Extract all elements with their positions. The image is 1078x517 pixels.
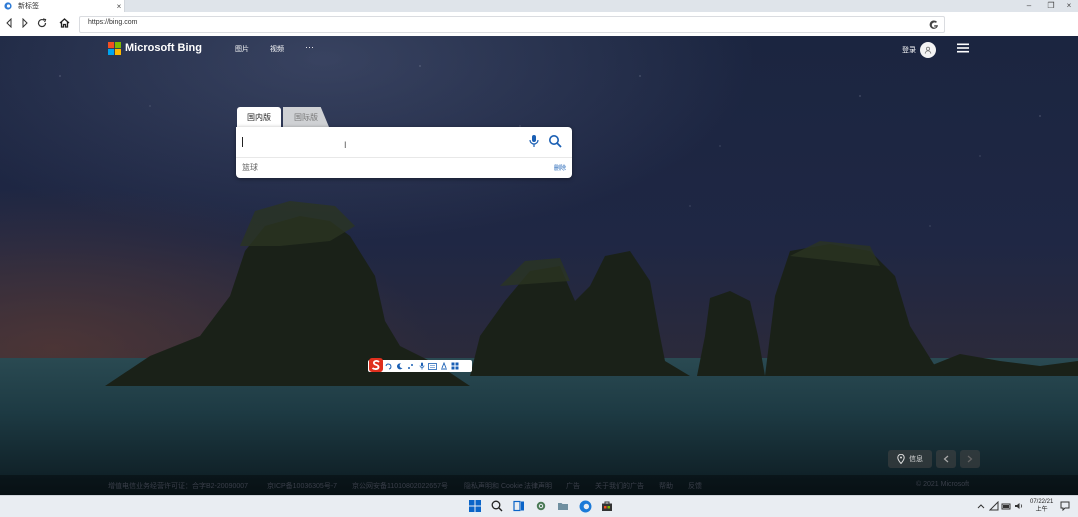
edge-favicon-icon bbox=[4, 2, 12, 10]
volume-button[interactable] bbox=[1012, 499, 1026, 513]
edge-browser-icon bbox=[579, 500, 591, 512]
sogou-logo-icon[interactable] bbox=[369, 358, 383, 372]
address-url: https://bing.com bbox=[88, 19, 138, 26]
delete-history-button[interactable]: 删除 bbox=[554, 163, 566, 172]
store-bag-icon bbox=[602, 501, 612, 511]
tab-close-button[interactable]: × bbox=[114, 2, 124, 11]
show-hidden-icons-button[interactable] bbox=[974, 499, 988, 513]
bing-logo[interactable]: Microsoft Bing bbox=[108, 41, 202, 55]
hamburger-menu-icon[interactable] bbox=[956, 43, 970, 53]
ime-toolbox-icon[interactable] bbox=[449, 361, 460, 371]
ime-switch-icon[interactable] bbox=[383, 361, 394, 371]
search-input[interactable] bbox=[242, 135, 522, 149]
minimize-icon: – bbox=[1026, 1, 1032, 10]
background-landscape-image bbox=[0, 36, 1078, 495]
tab-domestic[interactable]: 国内版 bbox=[237, 107, 281, 127]
mouse-cursor-icon: I bbox=[344, 140, 347, 150]
ime-skin-icon[interactable] bbox=[438, 361, 449, 371]
restore-icon: ❐ bbox=[1047, 1, 1055, 10]
previous-image-button[interactable] bbox=[936, 450, 956, 468]
footer-link-ads[interactable]: 广告 bbox=[566, 481, 580, 491]
wifi-icon bbox=[1001, 503, 1011, 510]
google-g-icon[interactable] bbox=[928, 18, 940, 30]
forward-icon bbox=[22, 18, 28, 28]
browser-tab[interactable]: 新标签 × bbox=[0, 0, 125, 12]
volume-icon bbox=[1015, 503, 1023, 509]
wifi-button[interactable] bbox=[999, 499, 1013, 513]
clock-date: 07/22/21 bbox=[1030, 499, 1054, 505]
tab-title: 新标签 bbox=[18, 3, 39, 10]
footer-link-legal[interactable]: 法律声明 bbox=[524, 481, 552, 491]
footer-link-police[interactable]: 京公网安备11010802022657号 bbox=[352, 481, 448, 491]
footer-link-about-ads[interactable]: 关于我们的广告 bbox=[595, 481, 644, 491]
windows-taskbar: 07/22/21 上午 bbox=[0, 495, 1078, 517]
footer-copyright: © 2021 Microsoft bbox=[916, 481, 970, 488]
browser-title-bar: 新标签 × – ❐ × bbox=[0, 0, 1078, 12]
footer-link-icp[interactable]: 京ICP备10036305号-7 bbox=[267, 481, 337, 491]
task-view-button[interactable] bbox=[512, 499, 526, 513]
image-info-label: 信息 bbox=[909, 456, 923, 463]
edge-browser-button[interactable] bbox=[578, 499, 592, 513]
refresh-button[interactable] bbox=[35, 16, 49, 30]
bing-homepage: Microsoft Bing 图片 视频 ··· 登录 国内版 国际版 I 篮球… bbox=[0, 36, 1078, 495]
browser-toolbar: https://bing.com bbox=[0, 12, 1078, 37]
address-bar[interactable]: https://bing.com bbox=[79, 16, 945, 33]
bing-logo-text: Microsoft Bing bbox=[125, 42, 202, 54]
next-image-button[interactable] bbox=[960, 450, 980, 468]
avatar-icon bbox=[920, 42, 936, 58]
close-icon: × bbox=[1066, 1, 1072, 10]
nav-videos[interactable]: 视频 bbox=[270, 44, 284, 54]
ime-toolbar[interactable] bbox=[368, 358, 472, 372]
footer-license: 增值电信业务经营许可证：合字B2-20090007 bbox=[108, 483, 249, 490]
start-button[interactable] bbox=[468, 499, 482, 513]
search-history-item[interactable]: 篮球 bbox=[242, 162, 258, 173]
taskbar-search-icon bbox=[491, 500, 503, 512]
gear-icon bbox=[536, 501, 546, 511]
chevron-left-icon bbox=[943, 455, 949, 463]
back-button[interactable] bbox=[2, 16, 16, 30]
location-pin-icon bbox=[897, 454, 905, 464]
microsoft-logo-icon bbox=[108, 41, 121, 55]
windows-start-icon bbox=[469, 500, 481, 512]
forward-button[interactable] bbox=[18, 16, 32, 30]
folder-icon bbox=[558, 503, 568, 510]
page-footer: 增值电信业务经营许可证：合字B2-20090007 京ICP备10036305号… bbox=[0, 475, 1078, 495]
search-box: I 篮球 删除 bbox=[236, 127, 572, 178]
network-icon bbox=[989, 501, 999, 511]
notifications-button[interactable] bbox=[1058, 499, 1072, 513]
ime-keyboard-icon[interactable] bbox=[427, 361, 438, 371]
search-icon[interactable] bbox=[548, 134, 562, 148]
footer-link-help[interactable]: 帮助 bbox=[659, 481, 673, 491]
minimize-button[interactable]: – bbox=[1018, 0, 1040, 12]
chevron-right-icon bbox=[967, 455, 973, 463]
footer-link-privacy[interactable]: 隐私声明和 Cookie bbox=[464, 481, 523, 491]
chevron-up-icon bbox=[977, 504, 985, 509]
close-button[interactable]: × bbox=[1058, 0, 1078, 12]
nav-images[interactable]: 图片 bbox=[235, 44, 249, 54]
settings-app-button[interactable] bbox=[534, 499, 548, 513]
search-divider bbox=[236, 157, 572, 158]
task-view-icon bbox=[513, 500, 524, 512]
image-info-button[interactable]: 信息 bbox=[888, 450, 932, 468]
notification-icon bbox=[1060, 501, 1070, 511]
home-button[interactable] bbox=[57, 16, 71, 30]
file-explorer-button[interactable] bbox=[556, 499, 570, 513]
text-caret bbox=[242, 137, 243, 147]
login-button[interactable]: 登录 bbox=[902, 42, 936, 58]
store-button[interactable] bbox=[600, 499, 614, 513]
system-clock[interactable]: 07/22/21 上午 bbox=[1030, 498, 1053, 514]
microphone-icon[interactable] bbox=[528, 134, 540, 148]
nav-more[interactable]: ··· bbox=[305, 42, 314, 52]
ime-moon-icon[interactable] bbox=[394, 361, 405, 371]
clock-period: 上午 bbox=[1035, 507, 1048, 513]
refresh-icon bbox=[37, 18, 47, 28]
taskbar-search-button[interactable] bbox=[490, 499, 504, 513]
ime-punctuation-icon[interactable] bbox=[405, 361, 416, 371]
ime-voice-icon[interactable] bbox=[416, 361, 427, 371]
footer-link-feedback[interactable]: 反馈 bbox=[688, 481, 702, 491]
login-label: 登录 bbox=[902, 47, 916, 54]
back-icon bbox=[6, 18, 12, 28]
home-icon bbox=[59, 18, 69, 28]
